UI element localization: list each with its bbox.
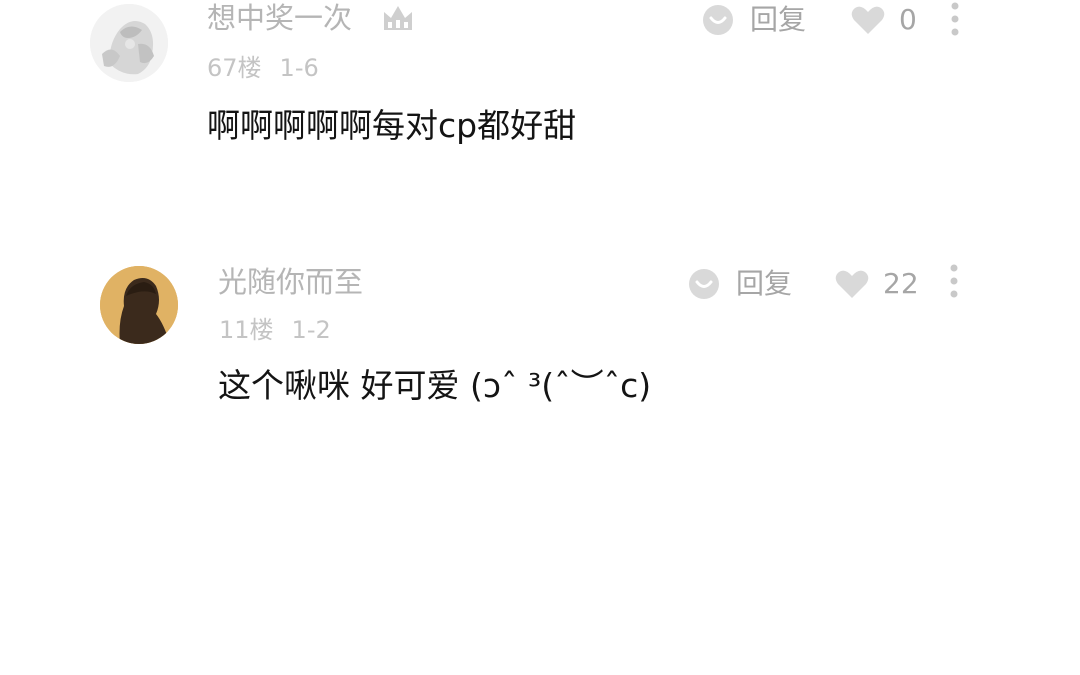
heart-icon	[851, 6, 885, 35]
like-count: 22	[883, 267, 919, 300]
anime-illustration-avatar-icon	[90, 4, 168, 82]
reply-icon	[703, 5, 733, 35]
floor-number: 67楼	[207, 54, 262, 82]
crown-icon	[384, 6, 412, 30]
comment-content: 啊啊啊啊啊每对cp都好甜	[207, 106, 577, 145]
more-options-icon[interactable]	[945, 0, 965, 44]
comment-content: 这个啾咪 好可爱 (ↄˆ ³(ˆ︶ˆc)	[218, 366, 652, 405]
comment-date: 1-6	[279, 54, 319, 82]
avatar[interactable]	[90, 4, 168, 82]
reply-button[interactable]: 回复	[702, 0, 806, 40]
silhouette-avatar-icon	[100, 266, 178, 344]
comment-item: 光随你而至 11楼 1-2 这个啾咪 好可爱 (ↄˆ ³(ˆ︶ˆc) 回复 22	[0, 255, 1080, 455]
reply-label: 回复	[736, 267, 793, 300]
reply-icon	[689, 269, 719, 299]
like-count: 0	[899, 3, 917, 36]
comment-date: 1-2	[291, 316, 331, 344]
comment-meta: 67楼 1-6	[207, 56, 319, 80]
username[interactable]: 想中奖一次	[207, 4, 352, 33]
like-button[interactable]: 0	[851, 0, 917, 40]
more-options-icon[interactable]	[944, 262, 964, 306]
like-button[interactable]: 22	[835, 264, 919, 304]
floor-number: 11楼	[219, 316, 274, 344]
heart-icon	[835, 270, 869, 298]
avatar[interactable]	[100, 266, 178, 344]
comment-meta: 11楼 1-2	[219, 318, 331, 342]
comment-item: 想中奖一次 67楼 1-6 啊啊啊啊啊每对cp都好甜 回复 0	[0, 0, 1080, 200]
reply-button[interactable]: 回复	[688, 264, 792, 304]
reply-label: 回复	[750, 3, 807, 36]
username[interactable]: 光随你而至	[218, 268, 363, 297]
